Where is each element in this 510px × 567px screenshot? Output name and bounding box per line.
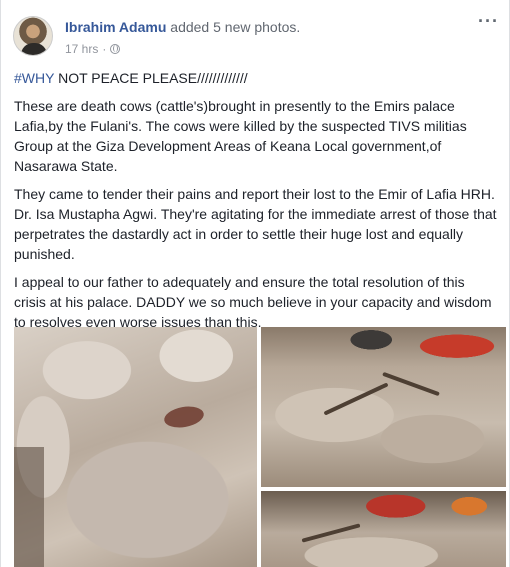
post-meta: 17 hrs · — [65, 42, 121, 56]
post-paragraph-3: I appeal to our father to adequately and… — [14, 274, 492, 330]
photo-1[interactable] — [14, 327, 257, 567]
post-paragraph-title: #WHY NOT PEACE PLEASE///////////// — [14, 68, 500, 88]
globe-icon[interactable] — [110, 44, 121, 54]
photo-3[interactable] — [261, 491, 506, 567]
post-action-text[interactable]: added 5 new photos. — [170, 19, 300, 35]
title-text: NOT PEACE PLEASE///////////// — [54, 70, 248, 86]
post-paragraph-2: They came to tender their pains and repo… — [14, 186, 497, 262]
author-name[interactable]: Ibrahim Adamu — [65, 19, 166, 35]
more-icon[interactable]: ··· — [478, 12, 499, 30]
photo-1-shadow — [14, 447, 44, 567]
post-paragraph-1: These are death cows (cattle's)brought i… — [14, 98, 467, 174]
post-card: Ibrahim Adamu added 5 new photos. 17 hrs… — [0, 0, 510, 567]
author-line: Ibrahim Adamu added 5 new photos. — [65, 19, 300, 35]
photo-3-horn — [301, 523, 361, 543]
post-action: added 5 new photos. — [170, 19, 300, 35]
timestamp[interactable]: 17 hrs — [65, 42, 98, 56]
meta-separator: · — [102, 42, 107, 56]
post-header: Ibrahim Adamu added 5 new photos. 17 hrs… — [13, 12, 499, 58]
photo-1-wound — [162, 403, 206, 431]
photo-grid — [14, 327, 506, 567]
post-text: #WHY NOT PEACE PLEASE///////////// These… — [14, 68, 500, 340]
photo-2-horn — [323, 382, 389, 416]
avatar[interactable] — [13, 16, 53, 56]
photo-2[interactable] — [261, 327, 506, 487]
photo-2-horn — [382, 371, 440, 397]
hashtag-link[interactable]: #WHY — [14, 70, 54, 86]
